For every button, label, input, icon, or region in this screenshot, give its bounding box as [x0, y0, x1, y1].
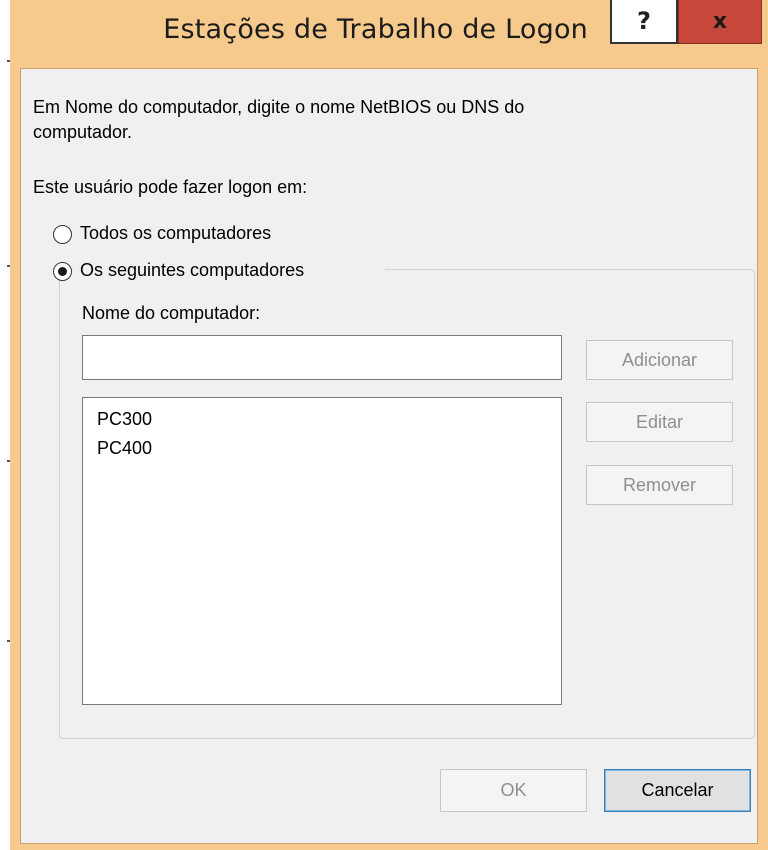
title-bar[interactable]: Estações de Trabalho de Logon ? x [10, 0, 768, 64]
dialog-body: Em Nome do computador, digite o nome Net… [20, 68, 758, 844]
computers-listbox[interactable]: PC300 PC400 [82, 397, 562, 705]
list-item[interactable]: PC300 [97, 408, 561, 437]
edit-button[interactable]: Editar [586, 402, 733, 442]
help-icon: ? [637, 7, 651, 35]
radio-following-computers-label[interactable]: Os seguintes computadores [80, 260, 304, 281]
close-button[interactable]: x [678, 0, 762, 44]
instruction-line-2: computador. [33, 122, 133, 142]
remove-button[interactable]: Remover [586, 465, 733, 505]
radio-following-computers[interactable] [53, 262, 72, 281]
computer-name-label: Nome do computador: [82, 303, 261, 323]
help-button[interactable]: ? [610, 0, 678, 44]
computer-name-input[interactable] [82, 335, 562, 380]
list-item[interactable]: PC400 [97, 437, 561, 466]
background-window-edge [0, 0, 10, 850]
add-button[interactable]: Adicionar [586, 340, 733, 380]
logon-workstations-dialog: Estações de Trabalho de Logon ? x Em Nom… [10, 0, 768, 850]
radio-all-computers[interactable] [53, 225, 72, 244]
instruction-line-1: Em Nome do computador, digite o nome Net… [33, 97, 525, 117]
close-icon: x [712, 9, 728, 34]
cancel-button[interactable]: Cancelar [604, 769, 751, 812]
radio-all-computers-label[interactable]: Todos os computadores [80, 223, 271, 244]
logon-scope-label: Este usuário pode fazer logon em: [33, 177, 308, 197]
ok-button[interactable]: OK [440, 769, 587, 812]
dialog-title: Estações de Trabalho de Logon [163, 14, 588, 45]
